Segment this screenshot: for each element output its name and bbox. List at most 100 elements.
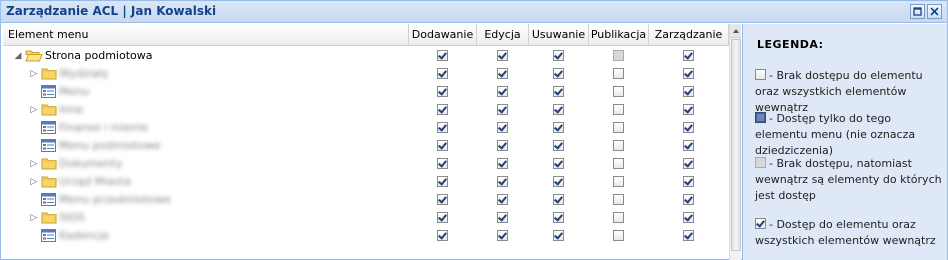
column-header-dodawanie[interactable]: Dodawanie	[409, 24, 477, 46]
checkbox-usuwanie[interactable]	[553, 122, 564, 133]
tree-row[interactable]: ▷ Wydziały	[3, 65, 729, 83]
tree-node-label[interactable]: Menu	[59, 85, 89, 99]
checkbox-usuwanie[interactable]	[553, 50, 564, 61]
checkbox-zarzadzanie[interactable]	[683, 158, 694, 169]
checkbox-edycja[interactable]	[497, 104, 508, 115]
tree-row[interactable]: Menu przedmiotowe	[3, 191, 729, 209]
checkbox-publikacja[interactable]	[613, 86, 624, 97]
checkbox-dodawanie[interactable]	[437, 140, 448, 151]
checkbox-dodawanie[interactable]	[437, 230, 448, 241]
legend-text: - Brak dostępu do elementu oraz wszystki…	[755, 69, 923, 114]
tree-row[interactable]: ▷ SIOS	[3, 209, 729, 227]
close-icon[interactable]	[927, 4, 942, 19]
scroll-up-arrow-icon[interactable]	[730, 24, 741, 38]
collapsed-arrow-icon[interactable]: ▷	[29, 209, 39, 227]
checkbox-dodawanie[interactable]	[437, 86, 448, 97]
checkbox-zarzadzanie[interactable]	[683, 122, 694, 133]
tree-node-label[interactable]: Wydziały	[59, 67, 108, 81]
checkbox-usuwanie[interactable]	[553, 176, 564, 187]
checkbox-usuwanie[interactable]	[553, 86, 564, 97]
checkbox-edycja[interactable]	[497, 158, 508, 169]
checkbox-usuwanie[interactable]	[553, 140, 564, 151]
checkbox-publikacja[interactable]	[613, 194, 624, 205]
column-header-edycja[interactable]: Edycja	[477, 24, 529, 46]
checkbox-zarzadzanie[interactable]	[683, 194, 694, 205]
folder-icon	[41, 103, 57, 119]
collapsed-arrow-icon[interactable]: ▷	[29, 101, 39, 119]
tree-row[interactable]: ▷ Inne	[3, 101, 729, 119]
checkbox-edycja[interactable]	[497, 122, 508, 133]
acl-grid: Element menu Dodawanie Edycja Usuwanie P…	[3, 24, 741, 260]
collapsed-arrow-icon[interactable]: ▷	[29, 155, 39, 173]
checkbox-dodawanie[interactable]	[437, 212, 448, 223]
checkbox-edycja[interactable]	[497, 212, 508, 223]
checkbox-publikacja[interactable]	[613, 230, 624, 241]
checkbox-publikacja[interactable]	[613, 158, 624, 169]
tree-node-label[interactable]: Menu podmiotowe	[59, 139, 161, 153]
tree-node-label[interactable]: SIOS	[59, 211, 85, 225]
checkbox-publikacja[interactable]	[613, 68, 624, 79]
checkbox-zarzadzanie[interactable]	[683, 86, 694, 97]
checkbox-publikacja[interactable]	[613, 104, 624, 115]
acl-window: Zarządzanie ACL | Jan Kowalski Element m…	[0, 0, 948, 260]
legend-item-no-access: - Brak dostępu do elementu oraz wszystki…	[755, 68, 945, 116]
expanded-arrow-icon[interactable]: ◢	[13, 47, 23, 65]
checkbox-usuwanie[interactable]	[553, 212, 564, 223]
checkbox-edycja[interactable]	[497, 230, 508, 241]
checkbox-usuwanie[interactable]	[553, 158, 564, 169]
checkbox-usuwanie[interactable]	[553, 194, 564, 205]
checkbox-zarzadzanie[interactable]	[683, 230, 694, 241]
checkbox-zarzadzanie[interactable]	[683, 50, 694, 61]
checkbox-publikacja[interactable]	[613, 212, 624, 223]
tree-row[interactable]: ◢ Strona podmiotowa	[3, 47, 729, 65]
scrollbar-thumb[interactable]	[731, 39, 741, 251]
checkbox-dodawanie[interactable]	[437, 68, 448, 79]
checkbox-edycja[interactable]	[497, 140, 508, 151]
maximize-icon[interactable]	[910, 4, 925, 19]
checkbox-usuwanie[interactable]	[553, 104, 564, 115]
checkbox-edycja[interactable]	[497, 176, 508, 187]
tree-node-label[interactable]: Urząd Miasta	[59, 175, 131, 189]
collapsed-arrow-icon[interactable]: ▷	[29, 173, 39, 191]
checkbox-zarzadzanie[interactable]	[683, 104, 694, 115]
checkbox-dodawanie[interactable]	[437, 122, 448, 133]
checkbox-dodawanie[interactable]	[437, 176, 448, 187]
column-header-zarzadzanie[interactable]: Zarządzanie	[649, 24, 729, 46]
tree-node-label[interactable]: Strona podmiotowa	[45, 49, 153, 63]
checkbox-zarzadzanie[interactable]	[683, 68, 694, 79]
column-header-element-menu[interactable]: Element menu	[3, 24, 409, 46]
checkbox-zarzadzanie[interactable]	[683, 212, 694, 223]
menu-page-icon	[41, 85, 56, 101]
checkbox-edycja[interactable]	[497, 50, 508, 61]
checkbox-publikacja[interactable]	[613, 122, 624, 133]
tree-row[interactable]: Kadencje	[3, 227, 729, 245]
checkbox-dodawanie[interactable]	[437, 158, 448, 169]
checkbox-edycja[interactable]	[497, 194, 508, 205]
checkbox-zarzadzanie[interactable]	[683, 176, 694, 187]
checkbox-publikacja[interactable]	[613, 50, 624, 61]
tree-row[interactable]: Finanse i mienie	[3, 119, 729, 137]
tree-node-label[interactable]: Dokumenty	[59, 157, 122, 171]
tree-row[interactable]: Menu	[3, 83, 729, 101]
checkbox-dodawanie[interactable]	[437, 50, 448, 61]
column-header-usuwanie[interactable]: Usuwanie	[529, 24, 589, 46]
tree-node-label[interactable]: Finanse i mienie	[59, 121, 148, 135]
checkbox-edycja[interactable]	[497, 68, 508, 79]
checkbox-dodawanie[interactable]	[437, 104, 448, 115]
tree-node-label[interactable]: Menu przedmiotowe	[59, 193, 171, 207]
collapsed-arrow-icon[interactable]: ▷	[29, 65, 39, 83]
checkbox-usuwanie[interactable]	[553, 68, 564, 79]
checkbox-publikacja[interactable]	[613, 176, 624, 187]
grid-scrollbar[interactable]	[729, 24, 741, 260]
checkbox-usuwanie[interactable]	[553, 230, 564, 241]
tree-row[interactable]: ▷ Urząd Miasta	[3, 173, 729, 191]
tree-node-label[interactable]: Inne	[59, 103, 83, 117]
column-header-publikacja[interactable]: Publikacja	[589, 24, 649, 46]
checkbox-dodawanie[interactable]	[437, 194, 448, 205]
tree-node-label[interactable]: Kadencje	[59, 229, 109, 243]
checkbox-edycja[interactable]	[497, 86, 508, 97]
checkbox-publikacja[interactable]	[613, 140, 624, 151]
tree-row[interactable]: ▷ Dokumenty	[3, 155, 729, 173]
tree-row[interactable]: Menu podmiotowe	[3, 137, 729, 155]
checkbox-zarzadzanie[interactable]	[683, 140, 694, 151]
